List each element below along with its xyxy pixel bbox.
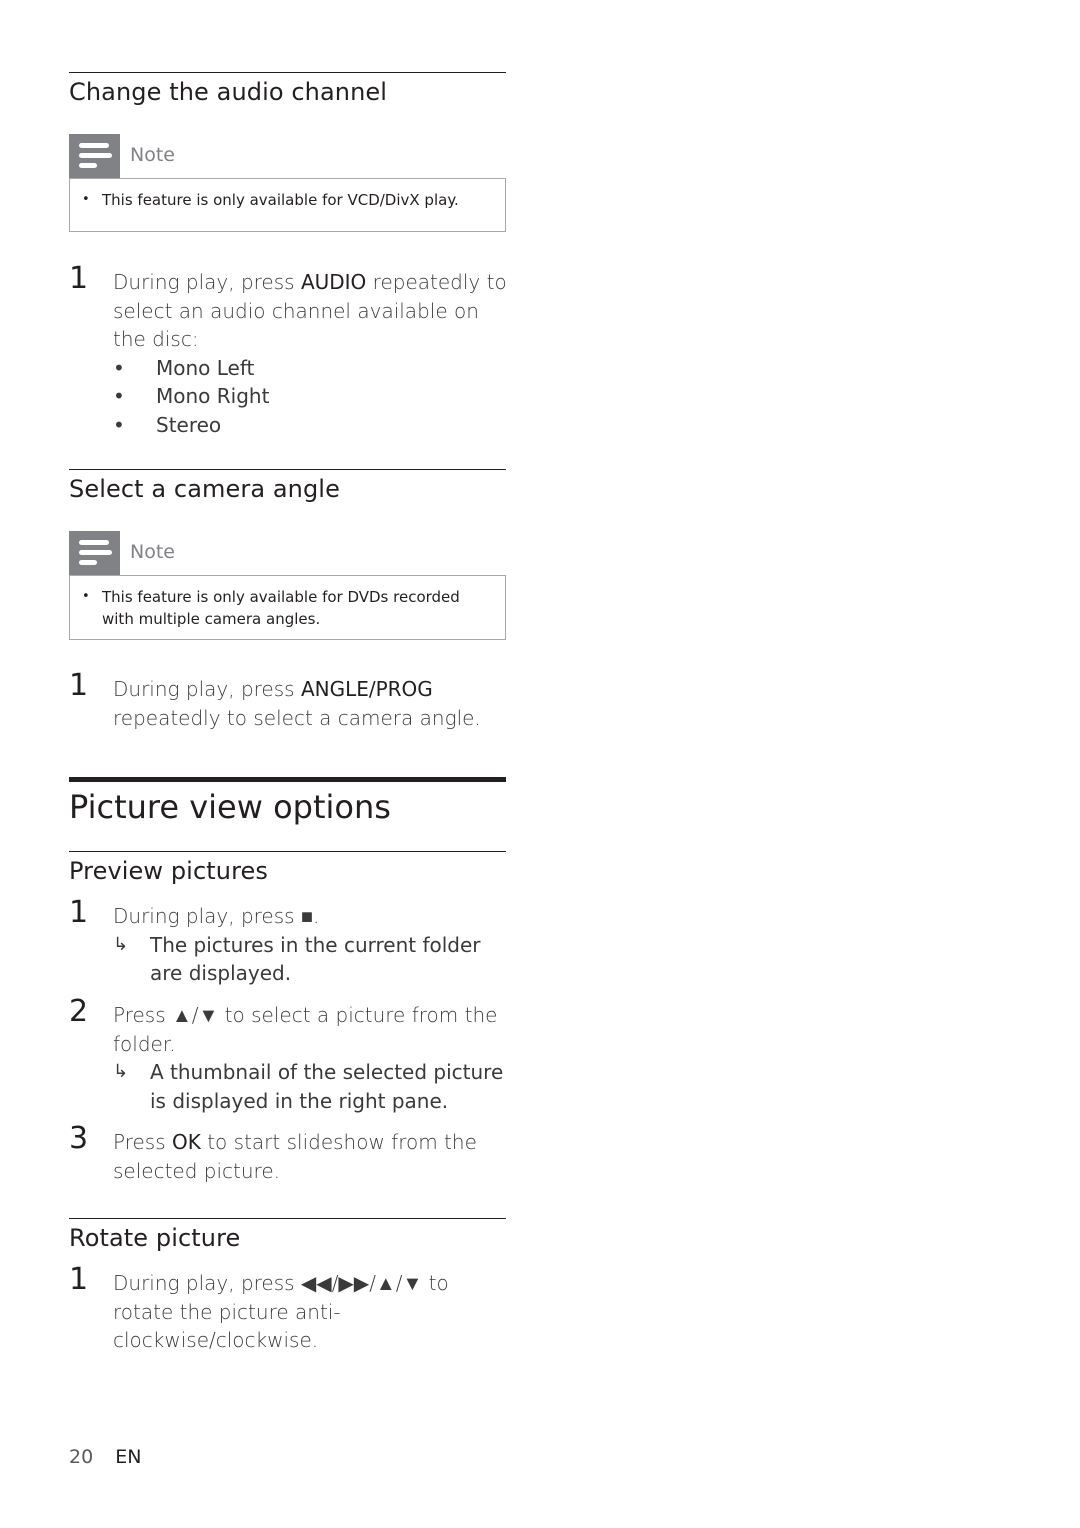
page-number: 20 — [69, 1446, 94, 1468]
list-item: • Mono Right — [113, 384, 270, 408]
step-preview-1: 1 During play, press ■. ↳ The pictures in… — [69, 895, 481, 985]
list-item: • Mono Left — [113, 355, 255, 380]
chapter-divider — [69, 777, 506, 782]
note-label: Note — [130, 541, 175, 563]
step-preview-3: 3 Press OK to start slideshow from the s… — [69, 1121, 477, 1183]
section-title-preview: Preview pictures — [69, 857, 268, 885]
section-divider — [69, 851, 506, 852]
step-camera-1: 1 During play, press ANGLE/PROG repeated… — [69, 668, 481, 730]
key-angle-prog: ANGLE/PROG — [300, 677, 433, 701]
page-footer: 20 EN — [69, 1446, 141, 1468]
note-camera: Note • This feature is only available fo… — [69, 531, 506, 640]
note-text: This feature is only available for VCD/D… — [102, 191, 459, 209]
key-audio: AUDIO — [300, 270, 367, 294]
section-title-audio: Change the audio channel — [69, 78, 388, 106]
step-rotate-1: 1 During play, press ◀◀/▶▶/▲/▼ to rotate… — [69, 1262, 449, 1352]
step-preview-2: 2 Press ▲/▼ to select a picture from the… — [69, 994, 504, 1113]
result-arrow-icon: ↳ — [113, 1061, 129, 1082]
section-title-rotate: Rotate picture — [69, 1224, 241, 1252]
note-icon — [69, 531, 120, 575]
key-ok: OK — [172, 1130, 201, 1154]
step-audio-1: 1 During play, press AUDIO repeatedly to… — [69, 264, 509, 440]
list-item: • Stereo — [113, 412, 222, 437]
note-icon — [69, 134, 120, 178]
result-arrow-icon: ↳ — [113, 933, 129, 955]
audio-options-list: • Mono Left • Mono Right • Stereo — [113, 354, 509, 440]
note-label: Note — [130, 144, 175, 166]
section-divider — [69, 469, 506, 470]
section-divider — [69, 72, 506, 73]
language-code: EN — [115, 1446, 142, 1468]
note-text: This feature is only available for DVDs … — [102, 588, 460, 628]
section-divider — [69, 1218, 506, 1219]
chapter-title: Picture view options — [69, 788, 391, 826]
section-title-camera: Select a camera angle — [69, 475, 340, 503]
note-audio: Note • This feature is only available fo… — [69, 134, 506, 232]
